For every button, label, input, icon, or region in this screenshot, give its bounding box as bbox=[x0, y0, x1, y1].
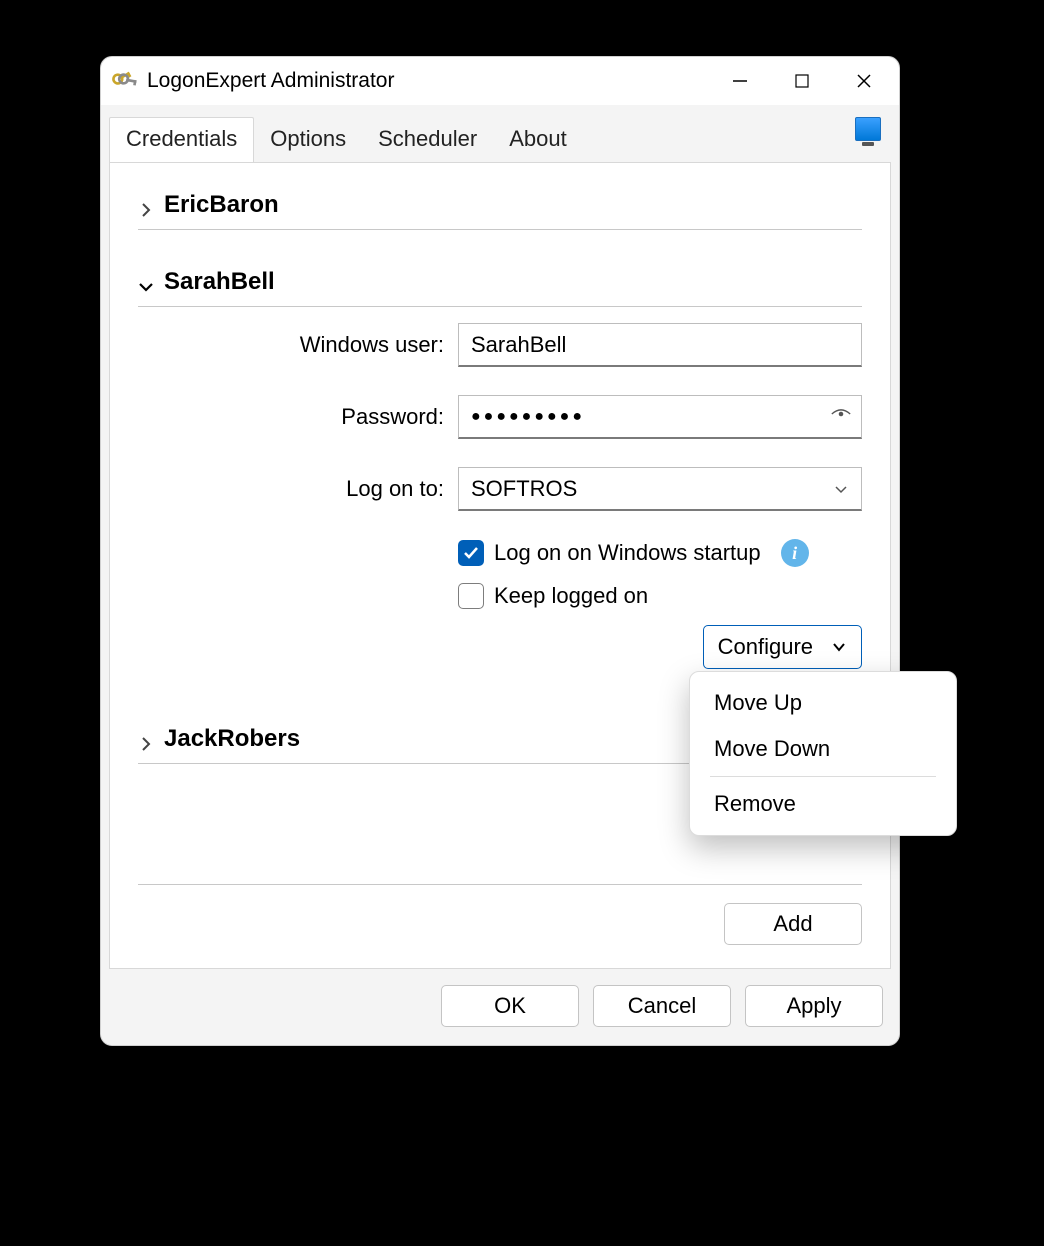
credential-name: EricBaron bbox=[164, 191, 279, 219]
configure-menu: Move Up Move Down Remove bbox=[689, 671, 957, 836]
keys-icon bbox=[111, 67, 139, 95]
password-label: Password: bbox=[138, 404, 458, 430]
tab-credentials[interactable]: Credentials bbox=[109, 117, 254, 163]
chevron-down-icon bbox=[831, 639, 847, 655]
logon-label: Log on to: bbox=[138, 476, 458, 502]
window-title: LogonExpert Administrator bbox=[147, 69, 394, 93]
reveal-password-icon[interactable] bbox=[830, 403, 852, 431]
dialog-footer: OK Cancel Apply bbox=[101, 969, 899, 1045]
user-label: Windows user: bbox=[138, 332, 458, 358]
menu-remove[interactable]: Remove bbox=[690, 781, 956, 827]
add-button[interactable]: Add bbox=[724, 903, 862, 945]
apply-button[interactable]: Apply bbox=[745, 985, 883, 1027]
chevron-down-icon bbox=[138, 274, 154, 290]
ok-button[interactable]: OK bbox=[441, 985, 579, 1027]
configure-label: Configure bbox=[718, 634, 813, 660]
startup-checkbox[interactable] bbox=[458, 540, 484, 566]
tab-content: EricBaron SarahBell Windows user: Passwo… bbox=[109, 162, 891, 969]
credential-name: JackRobers bbox=[164, 725, 300, 753]
menu-move-up[interactable]: Move Up bbox=[690, 680, 956, 726]
chevron-right-icon bbox=[138, 197, 154, 213]
titlebar: LogonExpert Administrator bbox=[101, 57, 899, 105]
keep-logged-checkbox-label: Keep logged on bbox=[494, 583, 648, 609]
chevron-down-icon bbox=[833, 481, 849, 497]
menu-move-down[interactable]: Move Down bbox=[690, 726, 956, 772]
password-input[interactable] bbox=[458, 395, 862, 439]
startup-checkbox-label: Log on on Windows startup bbox=[494, 540, 761, 566]
chevron-right-icon bbox=[138, 731, 154, 747]
configure-button[interactable]: Configure bbox=[703, 625, 862, 669]
tab-scheduler[interactable]: Scheduler bbox=[362, 118, 493, 162]
keep-logged-checkbox[interactable] bbox=[458, 583, 484, 609]
windows-user-input[interactable] bbox=[458, 323, 862, 367]
logon-to-select[interactable]: SOFTROS bbox=[458, 467, 862, 511]
maximize-button[interactable] bbox=[771, 59, 833, 103]
credential-header-ericbaron[interactable]: EricBaron bbox=[138, 179, 862, 229]
minimize-button[interactable] bbox=[709, 59, 771, 103]
tabbar: Credentials Options Scheduler About bbox=[101, 105, 899, 162]
cancel-button[interactable]: Cancel bbox=[593, 985, 731, 1027]
info-icon[interactable]: i bbox=[781, 539, 809, 567]
logon-to-value: SOFTROS bbox=[471, 476, 577, 502]
close-button[interactable] bbox=[833, 59, 895, 103]
credential-header-sarahbell[interactable]: SarahBell bbox=[138, 256, 862, 306]
tab-about[interactable]: About bbox=[493, 118, 583, 162]
credential-name: SarahBell bbox=[164, 268, 275, 296]
tab-options[interactable]: Options bbox=[254, 118, 362, 162]
menu-separator bbox=[710, 776, 936, 777]
monitor-icon[interactable] bbox=[855, 117, 881, 141]
app-window: LogonExpert Administrator Credentials Op… bbox=[100, 56, 900, 1046]
